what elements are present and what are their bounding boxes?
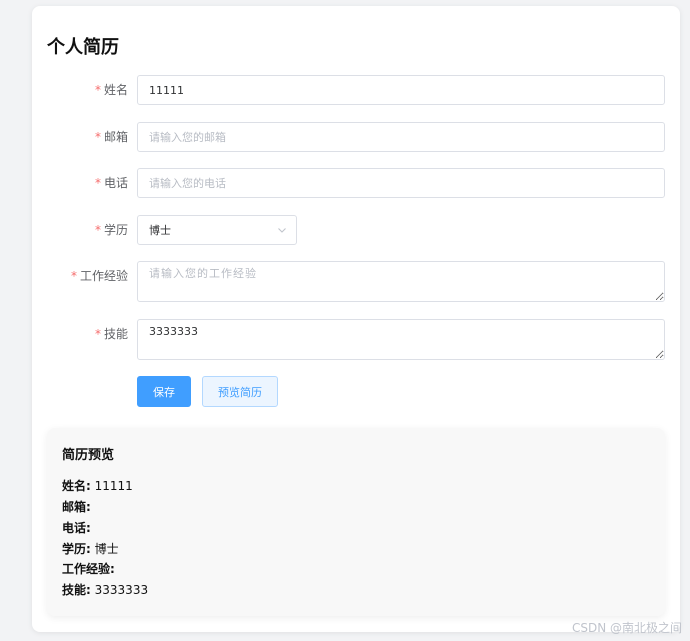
resume-card: 个人简历 *姓名 *邮箱 *电话 *学历 博士 *工作经验 *技能 333333… bbox=[32, 6, 680, 632]
required-mark: * bbox=[94, 176, 101, 190]
email-label: * 邮箱 bbox=[94, 130, 128, 144]
resume-preview-panel: 简历预览 姓名: 11111 邮箱: 电话: 学历: 博士 工作经验: 技能: … bbox=[47, 428, 665, 616]
save-button[interactable]: 保存 bbox=[137, 376, 191, 407]
preview-line-skills: 技能: 3333333 bbox=[62, 583, 148, 597]
preview-key: 技能: bbox=[62, 583, 91, 597]
preview-line-education: 学历: 博士 bbox=[62, 542, 119, 556]
email-input[interactable] bbox=[137, 122, 665, 152]
skills-label: * 技能 bbox=[94, 327, 128, 341]
skills-textarea[interactable]: 3333333 bbox=[137, 319, 665, 360]
preview-key: 学历: bbox=[62, 542, 91, 556]
csdn-watermark: CSDN @南北极之间 bbox=[571, 621, 682, 635]
experience-label: * 工作经验 bbox=[70, 269, 128, 283]
required-mark: * bbox=[94, 223, 101, 237]
phone-label: * 电话 bbox=[94, 176, 128, 190]
preview-line-name: 姓名: 11111 bbox=[62, 479, 133, 493]
experience-textarea[interactable] bbox=[137, 261, 665, 302]
preview-value: 3333333 bbox=[94, 583, 149, 597]
required-mark: * bbox=[94, 83, 101, 97]
preview-key: 电话: bbox=[62, 521, 91, 535]
required-mark: * bbox=[94, 327, 101, 341]
preview-resume-button[interactable]: 预览简历 bbox=[202, 376, 278, 407]
preview-key: 邮箱: bbox=[62, 500, 91, 514]
education-label: * 学历 bbox=[94, 223, 128, 237]
required-mark: * bbox=[94, 130, 101, 144]
phone-input[interactable] bbox=[137, 168, 665, 198]
preview-value: 博士 bbox=[94, 542, 119, 556]
preview-line-email: 邮箱: bbox=[62, 500, 91, 514]
preview-value: 11111 bbox=[94, 479, 133, 493]
preview-key: 工作经验: bbox=[62, 562, 115, 576]
preview-line-experience: 工作经验: bbox=[62, 562, 115, 576]
name-input[interactable] bbox=[137, 75, 665, 105]
page-title: 个人简历 bbox=[47, 37, 119, 58]
name-label: * 姓名 bbox=[94, 83, 128, 97]
chevron-down-icon bbox=[278, 228, 286, 233]
required-mark: * bbox=[70, 269, 77, 283]
preview-title: 简历预览 bbox=[62, 448, 115, 463]
preview-line-phone: 电话: bbox=[62, 521, 91, 535]
education-select[interactable]: 博士 bbox=[137, 215, 297, 245]
education-selected-value: 博士 bbox=[149, 224, 171, 237]
preview-key: 姓名: bbox=[62, 479, 91, 493]
